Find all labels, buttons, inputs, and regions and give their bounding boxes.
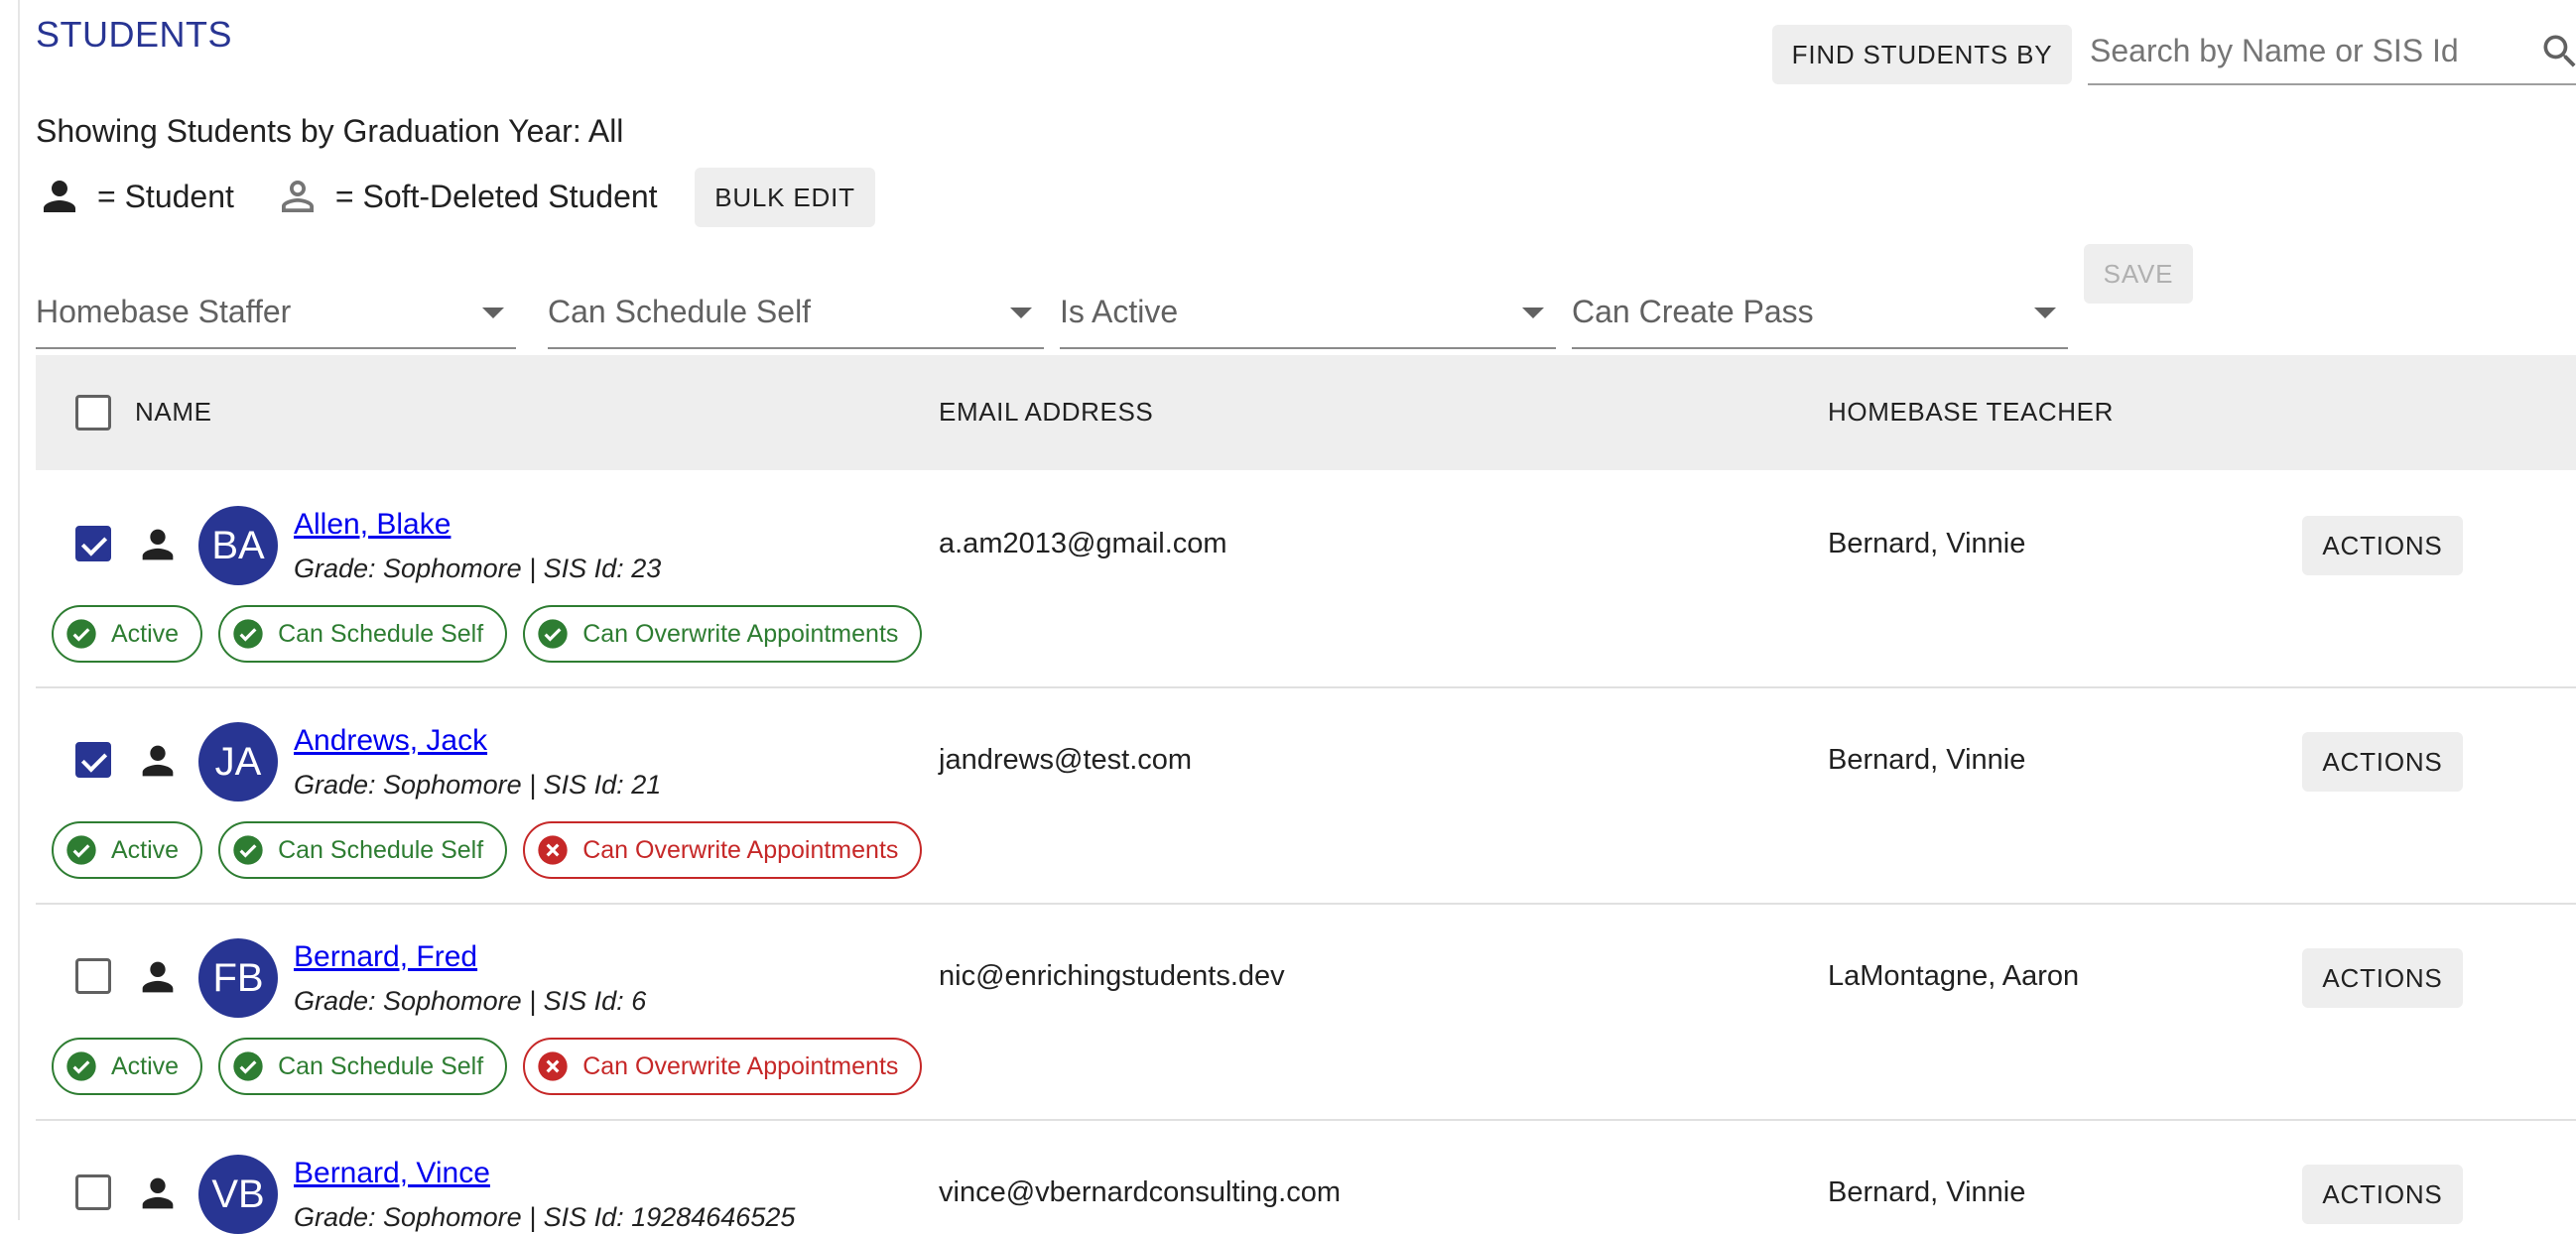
- save-button[interactable]: SAVE: [2084, 244, 2193, 304]
- check-circle-icon: [233, 619, 263, 649]
- chip-label: Can Schedule Self: [278, 835, 484, 864]
- legend-soft-deleted-label: = Soft-Deleted Student: [334, 178, 658, 214]
- avatar: FB: [198, 938, 278, 1018]
- homebase-teacher: Bernard, Vinnie: [1828, 1176, 2026, 1208]
- can-schedule-self-label: Can Schedule Self: [548, 294, 812, 329]
- status-chip-can-schedule-self: Can Schedule Self: [218, 1038, 508, 1095]
- check-circle-icon: [66, 619, 96, 649]
- chevron-down-icon: [1010, 308, 1032, 318]
- table-row: VB Bernard, Vince Grade: Sophomore | SIS…: [36, 1119, 2576, 1234]
- person-icon: [142, 1177, 174, 1209]
- student-email: vince@vbernardconsulting.com: [939, 1176, 1342, 1208]
- avatar: VB: [198, 1155, 278, 1234]
- person-icon: [142, 529, 174, 560]
- actions-button[interactable]: ACTIONS: [2302, 516, 2463, 575]
- student-email: nic@enrichingstudents.dev: [939, 960, 1285, 992]
- person-icon: [44, 181, 75, 212]
- student-name-link[interactable]: Allen, Blake: [294, 508, 451, 542]
- legend-student-label: = Student: [97, 178, 234, 214]
- student-grade-sis: Grade: Sophomore | SIS Id: 21: [294, 770, 662, 800]
- page-left-border: [18, 0, 20, 1220]
- homebase-staffer-select[interactable]: Homebase Staffer: [36, 278, 516, 349]
- person-icon: [142, 745, 174, 777]
- chevron-down-icon: [1522, 308, 1544, 318]
- row-select-checkbox[interactable]: [75, 958, 111, 994]
- chip-label: Can Schedule Self: [278, 619, 484, 648]
- avatar: JA: [198, 722, 278, 802]
- student-email: jandrews@test.com: [939, 744, 1193, 776]
- table-row: JA Andrews, Jack Grade: Sophomore | SIS …: [36, 686, 2576, 905]
- legend: = Student = Soft-Deleted Student: [36, 171, 658, 222]
- row-select-checkbox[interactable]: [75, 526, 111, 561]
- check-circle-icon: [66, 835, 96, 865]
- graduation-year-subtitle: Showing Students by Graduation Year: All: [36, 113, 624, 149]
- row-select-checkbox[interactable]: [75, 1174, 111, 1210]
- student-grade-sis: Grade: Sophomore | SIS Id: 6: [294, 986, 647, 1016]
- cancel-circle-icon: [538, 1051, 568, 1081]
- status-chip-can-overwrite-appointments: Can Overwrite Appointments: [523, 821, 923, 879]
- chip-label: Can Overwrite Appointments: [582, 1051, 899, 1080]
- chip-label: Can Overwrite Appointments: [582, 835, 899, 864]
- table-row: BA Allen, Blake Grade: Sophomore | SIS I…: [36, 470, 2576, 688]
- column-header-email: EMAIL ADDRESS: [939, 397, 1154, 427]
- is-active-label: Is Active: [1060, 294, 1179, 329]
- bulk-edit-button[interactable]: BULK EDIT: [695, 168, 875, 227]
- table-row: FB Bernard, Fred Grade: Sophomore | SIS …: [36, 903, 2576, 1121]
- status-chip-active: Active: [52, 605, 203, 663]
- actions-button[interactable]: ACTIONS: [2302, 732, 2463, 792]
- status-chip-can-overwrite-appointments: Can Overwrite Appointments: [523, 605, 923, 663]
- chevron-down-icon: [2034, 308, 2056, 318]
- check-circle-icon: [233, 835, 263, 865]
- can-schedule-self-select[interactable]: Can Schedule Self: [548, 278, 1044, 349]
- row-select-checkbox[interactable]: [75, 742, 111, 778]
- status-chip-active: Active: [52, 821, 203, 879]
- check-circle-icon: [233, 1051, 263, 1081]
- search-field: [2088, 22, 2576, 85]
- page-title: STUDENTS: [36, 14, 233, 55]
- can-create-pass-select[interactable]: Can Create Pass: [1572, 278, 2068, 349]
- chip-label: Active: [111, 835, 180, 864]
- status-chip-active: Active: [52, 1038, 203, 1095]
- check-circle-icon: [66, 1051, 96, 1081]
- homebase-staffer-label: Homebase Staffer: [36, 294, 292, 329]
- chip-label: Active: [111, 1051, 180, 1080]
- student-name-link[interactable]: Bernard, Vince: [294, 1157, 490, 1190]
- chip-label: Can Schedule Self: [278, 1051, 484, 1080]
- status-chip-can-schedule-self: Can Schedule Self: [218, 821, 508, 879]
- person-outline-icon: [281, 181, 314, 212]
- search-input[interactable]: [2088, 28, 2528, 73]
- is-active-select[interactable]: Is Active: [1060, 278, 1556, 349]
- avatar: BA: [198, 506, 278, 585]
- can-create-pass-label: Can Create Pass: [1572, 294, 1814, 329]
- student-grade-sis: Grade: Sophomore | SIS Id: 23: [294, 554, 662, 583]
- student-name-link[interactable]: Andrews, Jack: [294, 724, 487, 758]
- select-all-checkbox[interactable]: [75, 395, 111, 431]
- status-chips: Active Can Schedule Self Can Overwrite A…: [52, 821, 923, 879]
- cancel-circle-icon: [538, 835, 568, 865]
- column-header-homebase-teacher: HOMEBASE TEACHER: [1828, 397, 2114, 427]
- chevron-down-icon: [482, 308, 504, 318]
- student-name-link[interactable]: Bernard, Fred: [294, 940, 477, 974]
- chip-label: Active: [111, 619, 180, 648]
- find-students-by-button[interactable]: FIND STUDENTS BY: [1772, 25, 2072, 84]
- table-header: NAME EMAIL ADDRESS HOMEBASE TEACHER: [36, 355, 2576, 470]
- status-chips: Active Can Schedule Self Can Overwrite A…: [52, 605, 923, 663]
- person-icon: [142, 961, 174, 993]
- chip-label: Can Overwrite Appointments: [582, 619, 899, 648]
- status-chip-can-overwrite-appointments: Can Overwrite Appointments: [523, 1038, 923, 1095]
- student-grade-sis: Grade: Sophomore | SIS Id: 19284646525: [294, 1202, 796, 1232]
- actions-button[interactable]: ACTIONS: [2302, 1165, 2463, 1224]
- actions-button[interactable]: ACTIONS: [2302, 948, 2463, 1008]
- status-chip-can-schedule-self: Can Schedule Self: [218, 605, 508, 663]
- check-circle-icon: [538, 619, 568, 649]
- search-icon[interactable]: [2538, 30, 2576, 73]
- homebase-teacher: LaMontagne, Aaron: [1828, 960, 2080, 992]
- homebase-teacher: Bernard, Vinnie: [1828, 528, 2026, 559]
- status-chips: Active Can Schedule Self Can Overwrite A…: [52, 1038, 923, 1095]
- student-email: a.am2013@gmail.com: [939, 528, 1227, 559]
- column-header-name: NAME: [135, 397, 212, 427]
- homebase-teacher: Bernard, Vinnie: [1828, 744, 2026, 776]
